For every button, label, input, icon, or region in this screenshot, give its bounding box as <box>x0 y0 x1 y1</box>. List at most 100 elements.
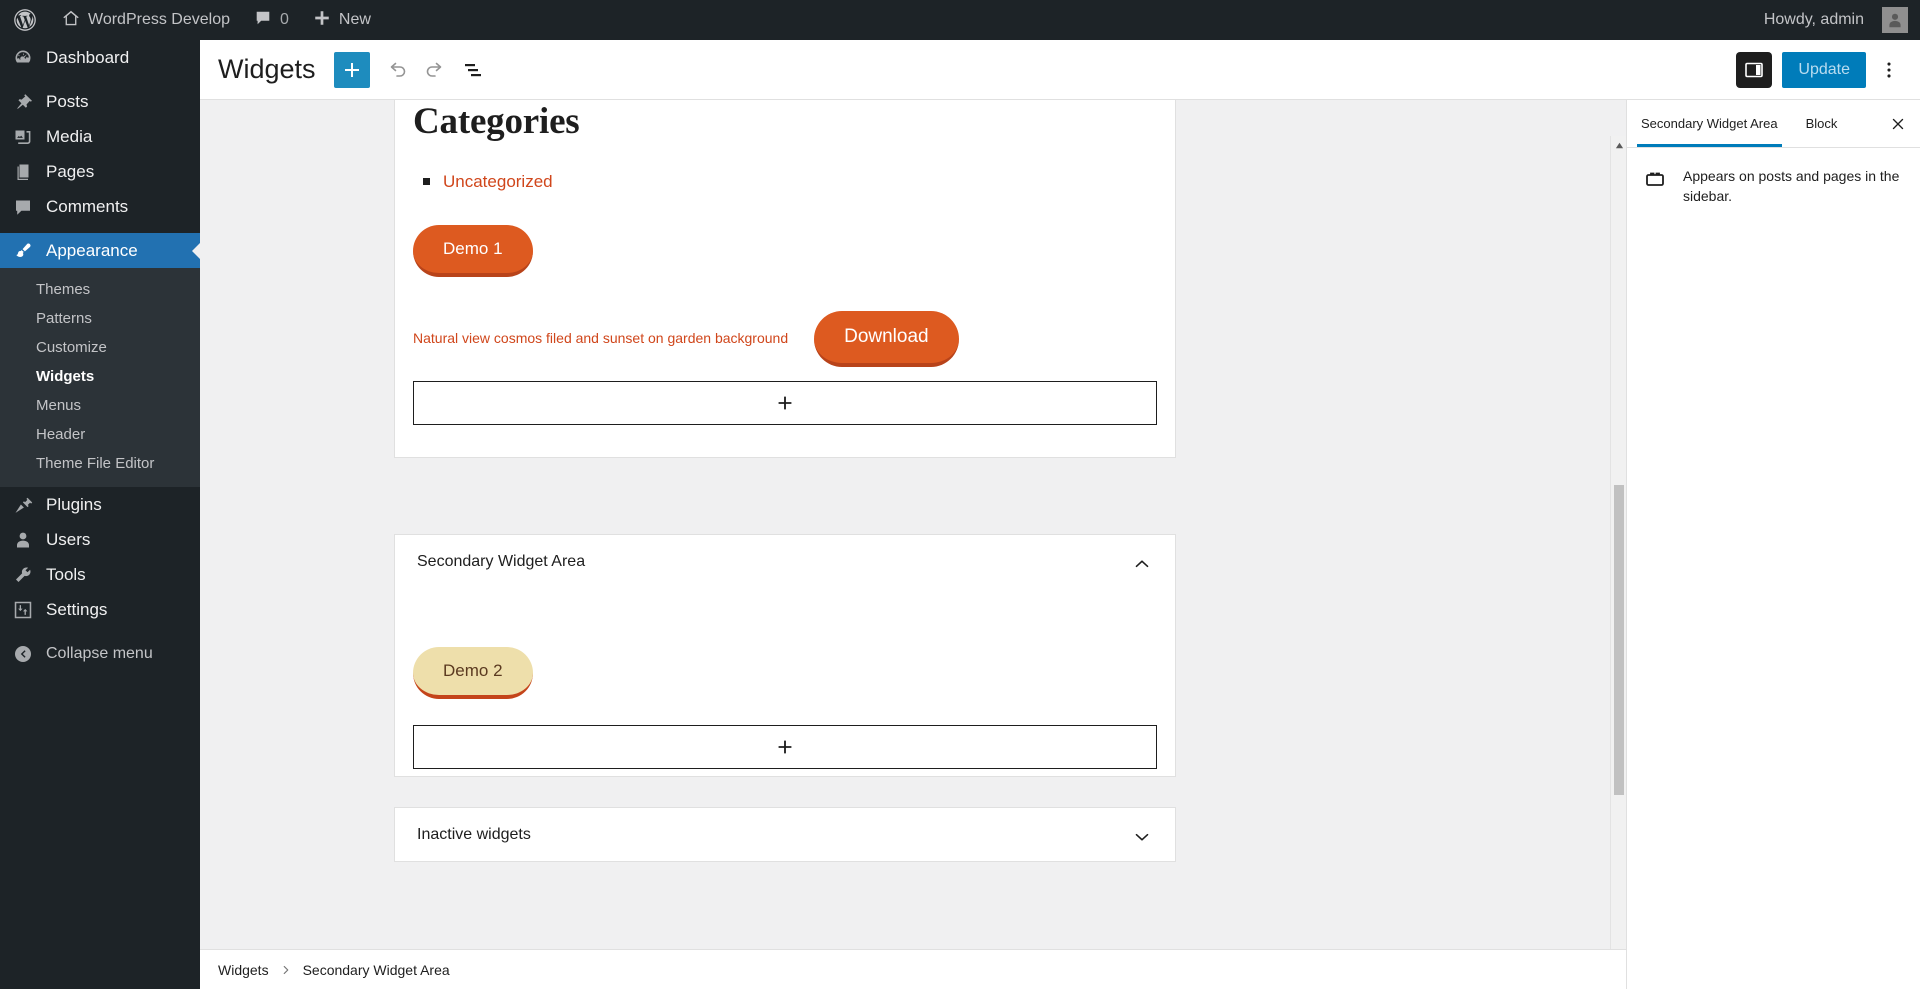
editor-canvas-scroll-region: Categories Uncategorized Demo 1 Natural … <box>200 100 1626 989</box>
settings-sidebar-icon <box>1745 62 1764 77</box>
sidebar-item-label: Appearance <box>46 240 138 260</box>
sidebar-subitem-widgets[interactable]: Widgets <box>0 362 200 391</box>
sidebar-item-pages[interactable]: Pages <box>0 154 200 189</box>
page-title: Widgets <box>218 54 316 84</box>
widget-area-primary-content: Categories Uncategorized Demo 1 Natural … <box>395 100 1175 425</box>
block-categories[interactable]: Categories Uncategorized <box>413 100 1157 195</box>
sidebar-item-label: Settings <box>46 599 108 619</box>
block-appender-primary[interactable] <box>413 380 1157 425</box>
plus-icon <box>778 396 792 409</box>
widget-area-inactive: Inactive widgets <box>394 807 1176 862</box>
block-button-demo2-wrap: Demo 2 <box>413 647 1157 699</box>
comments-menu[interactable]: 0 <box>242 0 301 40</box>
chevron-right-icon <box>279 963 293 977</box>
plus-icon <box>313 9 331 32</box>
my-account-menu[interactable]: Howdy, admin <box>1752 0 1920 40</box>
settings-panel-body: Appears on posts and pages in the sideba… <box>1627 148 1920 225</box>
appearance-submenu: Themes Patterns Customize Widgets Menus … <box>0 268 200 487</box>
settings-sidebar-toggle[interactable] <box>1736 51 1773 88</box>
triangle-up-icon <box>1615 142 1623 148</box>
site-name-menu[interactable]: WordPress Develop <box>50 0 242 40</box>
sidebar-item-label: Users <box>46 529 91 549</box>
category-link-uncategorized[interactable]: Uncategorized <box>443 172 553 191</box>
list-view-button[interactable] <box>454 51 492 89</box>
redo-arrow-icon <box>426 62 441 77</box>
wordpress-logo-icon <box>12 7 38 33</box>
undo-button[interactable] <box>378 51 416 89</box>
paintbrush-icon <box>12 240 34 262</box>
sidebar-subitem-menus[interactable]: Menus <box>0 391 200 420</box>
settings-sidebar-panel: Secondary Widget Area Block Appears on p… <box>1626 100 1920 989</box>
sidebar-item-media[interactable]: Media <box>0 119 200 154</box>
howdy-label: Howdy, admin <box>1763 11 1864 28</box>
breadcrumb-item-widgets[interactable]: Widgets <box>218 962 269 978</box>
kebab-vertical-icon <box>1887 61 1891 78</box>
update-button[interactable]: Update <box>1782 51 1866 88</box>
sidebar-item-label: Pages <box>46 161 95 181</box>
block-media-text[interactable]: Natural view cosmos filed and sunset on … <box>413 310 1157 367</box>
wrench-icon <box>12 564 34 586</box>
media-caption: Natural view cosmos filed and sunset on … <box>413 329 789 346</box>
widgets-editor: Widgets Update Categories Uncategorized … <box>200 40 1920 989</box>
widget-area-inactive-title: Inactive widgets <box>417 826 531 843</box>
sidebar-subitem-theme-file-editor[interactable]: Theme File Editor <box>0 449 200 478</box>
sidebar-item-label: Media <box>46 126 93 146</box>
editor-options-button[interactable] <box>1870 51 1908 89</box>
sidebar-item-posts[interactable]: Posts <box>0 84 200 119</box>
widget-area-inactive-expand-toggle[interactable] <box>1129 824 1155 850</box>
new-label: New <box>338 11 371 28</box>
media-icon <box>12 126 34 148</box>
site-name-label: WordPress Develop <box>88 11 230 28</box>
plus-icon <box>344 62 359 77</box>
sidebar-item-label: Plugins <box>46 494 102 514</box>
admin-sidebar-menu: Dashboard Posts Media Pages Comments App… <box>0 40 200 989</box>
button-demo-2[interactable]: Demo 2 <box>413 647 533 699</box>
sidebar-item-users[interactable]: Users <box>0 522 200 557</box>
sidebar-item-label: Tools <box>46 564 86 584</box>
chevron-up-icon <box>1135 560 1149 568</box>
scrollbar-thumb[interactable] <box>1614 485 1624 795</box>
sidebar-item-label: Posts <box>46 91 89 111</box>
sidebar-item-dashboard[interactable]: Dashboard <box>0 40 200 75</box>
widget-area-secondary-collapse-toggle[interactable] <box>1129 551 1155 577</box>
comment-bubble-icon <box>12 196 34 218</box>
collapse-arrow-icon <box>12 643 34 665</box>
sidebar-item-appearance[interactable]: Appearance <box>0 233 200 268</box>
sidebar-item-plugins[interactable]: Plugins <box>0 487 200 522</box>
sidebar-item-label: Comments <box>46 196 129 216</box>
sidebar-item-comments[interactable]: Comments <box>0 189 200 224</box>
widget-area-description-row: Appears on posts and pages in the sideba… <box>1643 166 1904 207</box>
sidebar-item-settings[interactable]: Settings <box>0 592 200 627</box>
sidebar-subitem-themes[interactable]: Themes <box>0 275 200 304</box>
sidebar-item-label: Dashboard <box>46 47 130 67</box>
tab-secondary-widget-area[interactable]: Secondary Widget Area <box>1627 100 1792 147</box>
redo-button[interactable] <box>416 51 454 89</box>
sidebar-subitem-patterns[interactable]: Patterns <box>0 304 200 333</box>
plug-icon <box>12 494 34 516</box>
wordpress-logo-menu[interactable] <box>0 0 50 40</box>
sidebar-item-tools[interactable]: Tools <box>0 557 200 592</box>
new-content-menu[interactable]: New <box>301 0 383 40</box>
block-button-demo1-wrap: Demo 1 <box>413 224 1157 277</box>
download-button[interactable]: Download <box>814 310 959 367</box>
canvas-scrollbar[interactable] <box>1610 136 1626 989</box>
user-icon <box>12 529 34 551</box>
widget-area-secondary-content: Demo 2 <box>395 589 1175 789</box>
close-settings-panel-button[interactable] <box>1876 100 1920 147</box>
scroll-up-arrow[interactable] <box>1611 136 1626 154</box>
comment-bubble-icon <box>254 9 272 32</box>
button-demo-1[interactable]: Demo 1 <box>413 224 533 277</box>
block-appender-secondary[interactable] <box>413 725 1157 769</box>
comments-count: 0 <box>279 11 289 28</box>
collapse-menu-button[interactable]: Collapse menu <box>0 636 200 671</box>
tab-block[interactable]: Block <box>1792 100 1852 147</box>
sidebar-subitem-header[interactable]: Header <box>0 420 200 449</box>
widget-area-description: Appears on posts and pages in the sideba… <box>1683 168 1900 205</box>
widget-area-secondary-title: Secondary Widget Area <box>417 553 586 570</box>
settings-panel-tabs: Secondary Widget Area Block <box>1627 100 1920 148</box>
breadcrumb-item-secondary-widget-area[interactable]: Secondary Widget Area <box>303 962 450 978</box>
add-block-button[interactable] <box>333 51 370 88</box>
sliders-icon <box>14 601 32 618</box>
sidebar-subitem-customize[interactable]: Customize <box>0 333 200 362</box>
editor-header-toolbar: Widgets Update <box>200 40 1920 100</box>
